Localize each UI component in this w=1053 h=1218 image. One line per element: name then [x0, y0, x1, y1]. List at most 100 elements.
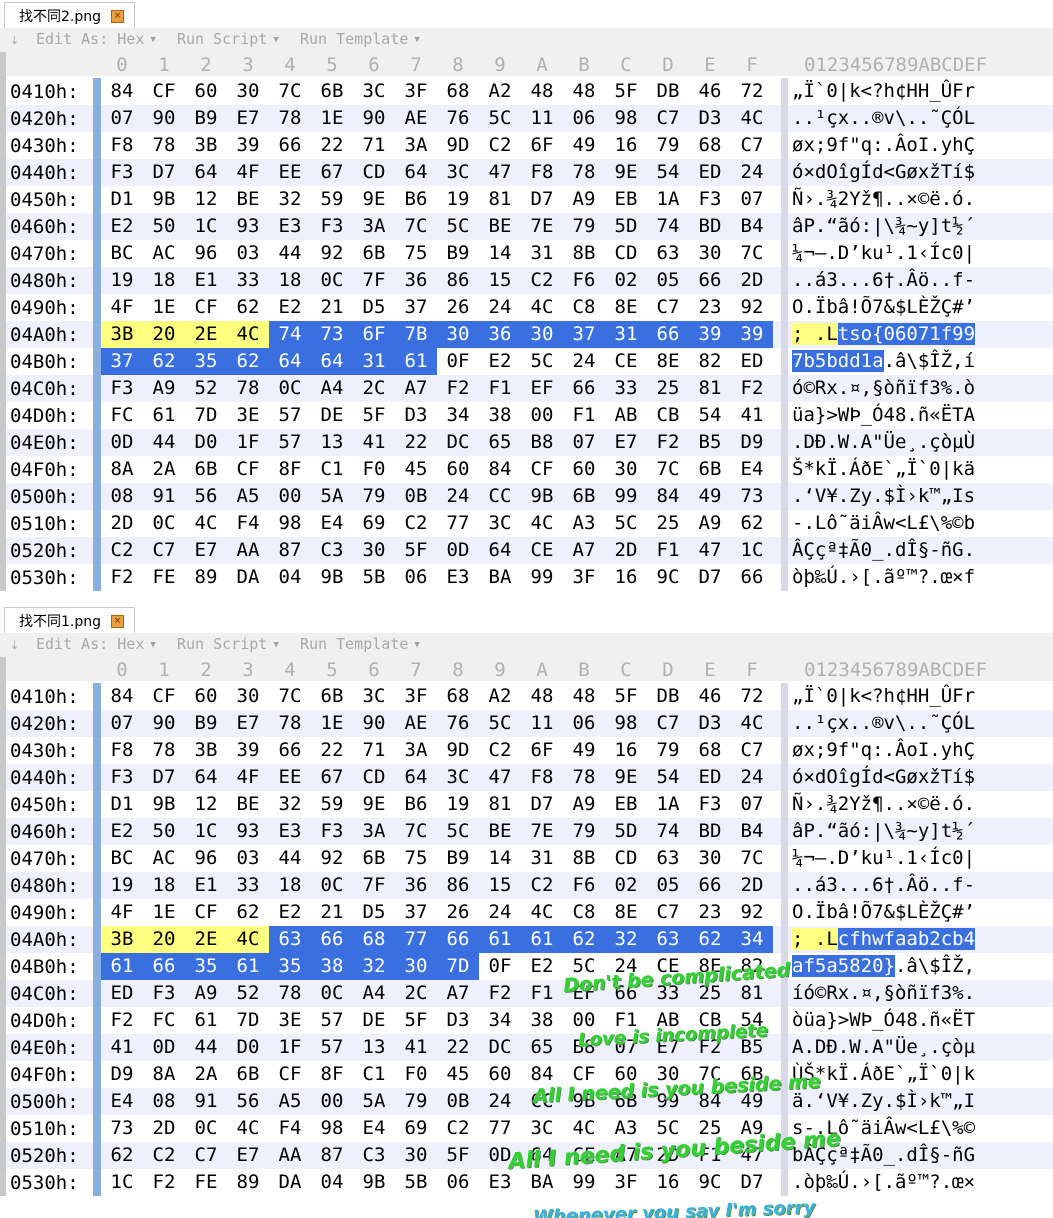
hex-byte[interactable]: 57: [311, 1007, 353, 1034]
hex-byte[interactable]: BC: [101, 845, 143, 872]
hex-byte[interactable]: DB: [647, 683, 689, 710]
hex-byte[interactable]: 60: [479, 1061, 521, 1088]
hex-byte[interactable]: 98: [269, 510, 311, 537]
hex-byte[interactable]: D5: [353, 899, 395, 926]
hex-byte[interactable]: 47: [689, 537, 731, 564]
hex-byte[interactable]: 0D: [143, 1034, 185, 1061]
hex-byte[interactable]: DA: [269, 1169, 311, 1196]
hex-byte[interactable]: 22: [437, 1034, 479, 1061]
hex-byte[interactable]: B6: [395, 791, 437, 818]
hex-byte[interactable]: 49: [731, 1088, 773, 1115]
hex-byte[interactable]: 66: [563, 375, 605, 402]
hex-byte[interactable]: C7: [647, 105, 689, 132]
hex-byte[interactable]: E4: [101, 1088, 143, 1115]
hex-byte[interactable]: E4: [731, 456, 773, 483]
hex-byte[interactable]: 30: [227, 683, 269, 710]
hex-byte[interactable]: 9B: [563, 1088, 605, 1115]
ascii-text[interactable]: A.DÐ.W.A"Üe¸.çòµ: [792, 1034, 975, 1061]
hex-byte[interactable]: 30: [353, 537, 395, 564]
hex-byte[interactable]: 7C: [689, 1061, 731, 1088]
hex-byte[interactable]: 66: [269, 132, 311, 159]
hex-byte[interactable]: DC: [479, 1034, 521, 1061]
hex-byte[interactable]: 84: [101, 683, 143, 710]
hex-byte[interactable]: A3: [605, 1115, 647, 1142]
hex-byte[interactable]: 36: [479, 321, 521, 348]
hex-byte[interactable]: 35: [269, 953, 311, 980]
hex-byte[interactable]: 61: [395, 348, 437, 375]
hex-byte[interactable]: A2: [479, 78, 521, 105]
hex-byte[interactable]: AC: [143, 845, 185, 872]
hex-byte[interactable]: 22: [311, 132, 353, 159]
hex-byte[interactable]: 7D: [227, 1007, 269, 1034]
hex-byte[interactable]: D3: [395, 402, 437, 429]
hex-byte[interactable]: C7: [143, 537, 185, 564]
hex-byte[interactable]: 8F: [311, 1061, 353, 1088]
hex-byte[interactable]: 30: [395, 953, 437, 980]
hex-byte[interactable]: EF: [563, 980, 605, 1007]
hex-byte[interactable]: 3E: [227, 402, 269, 429]
hex-byte[interactable]: F3: [101, 764, 143, 791]
hex-byte[interactable]: AE: [395, 710, 437, 737]
hex-byte[interactable]: 69: [353, 510, 395, 537]
hex-byte[interactable]: BC: [101, 240, 143, 267]
hex-byte[interactable]: F6: [563, 267, 605, 294]
hex-byte[interactable]: 84: [647, 483, 689, 510]
hex-byte[interactable]: B5: [731, 1034, 773, 1061]
hex-byte[interactable]: 41: [353, 429, 395, 456]
hex-byte[interactable]: C3: [353, 1142, 395, 1169]
hex-byte[interactable]: 8B: [563, 845, 605, 872]
hex-byte[interactable]: ED: [689, 764, 731, 791]
hex-byte[interactable]: 79: [395, 1088, 437, 1115]
hex-byte[interactable]: 39: [227, 132, 269, 159]
ascii-text[interactable]: Ñ›.¾2Yž¶..×©ë.ó.: [792, 186, 975, 213]
hex-byte[interactable]: 0D: [101, 429, 143, 456]
hex-byte[interactable]: 06: [563, 710, 605, 737]
ascii-text[interactable]: s-.Lô˜äiÂw<L£\%©: [792, 1115, 975, 1142]
hex-byte[interactable]: 75: [395, 845, 437, 872]
hex-byte[interactable]: 2D: [101, 510, 143, 537]
hex-byte[interactable]: 64: [185, 764, 227, 791]
hex-byte[interactable]: 07: [731, 186, 773, 213]
hex-byte[interactable]: B9: [437, 240, 479, 267]
hex-byte[interactable]: 90: [143, 105, 185, 132]
hex-byte[interactable]: 25: [689, 1115, 731, 1142]
hex-byte[interactable]: B6: [395, 186, 437, 213]
hex-byte[interactable]: 7C: [269, 683, 311, 710]
hex-byte[interactable]: E3: [269, 213, 311, 240]
toolbar-menu-icon[interactable]: ⇣: [10, 635, 19, 653]
hex-byte[interactable]: 3C: [353, 78, 395, 105]
hex-byte[interactable]: 5C: [437, 818, 479, 845]
hex-byte[interactable]: 3B: [101, 926, 143, 953]
hex-byte[interactable]: 77: [395, 926, 437, 953]
hex-byte[interactable]: 47: [479, 764, 521, 791]
hex-byte[interactable]: 79: [647, 132, 689, 159]
hex-byte[interactable]: E7: [647, 1034, 689, 1061]
hex-byte[interactable]: 9D: [437, 132, 479, 159]
hex-byte[interactable]: 67: [311, 764, 353, 791]
tab-file-1[interactable]: 找不同1.png ×: [4, 607, 136, 634]
hex-byte[interactable]: 31: [521, 240, 563, 267]
hex-byte[interactable]: 7E: [521, 818, 563, 845]
hex-byte[interactable]: C1: [311, 456, 353, 483]
hex-byte[interactable]: 33: [227, 872, 269, 899]
hex-byte[interactable]: 24: [731, 159, 773, 186]
hex-byte[interactable]: 48: [563, 683, 605, 710]
hex-byte[interactable]: 0F: [479, 953, 521, 980]
hex-byte[interactable]: 69: [395, 1115, 437, 1142]
hex-byte[interactable]: BE: [227, 186, 269, 213]
hex-byte[interactable]: 82: [689, 348, 731, 375]
hex-byte[interactable]: CC: [521, 1088, 563, 1115]
hex-byte[interactable]: D3: [689, 710, 731, 737]
hex-byte[interactable]: 7F: [353, 267, 395, 294]
hex-byte[interactable]: 33: [647, 980, 689, 1007]
hex-byte[interactable]: 8B: [563, 240, 605, 267]
hex-byte[interactable]: F3: [689, 186, 731, 213]
hex-byte[interactable]: 76: [437, 710, 479, 737]
hex-byte[interactable]: C2: [521, 872, 563, 899]
hex-byte[interactable]: 03: [227, 240, 269, 267]
hex-byte[interactable]: 78: [227, 375, 269, 402]
hex-byte[interactable]: D9: [731, 429, 773, 456]
hex-byte[interactable]: 5F: [353, 402, 395, 429]
hex-byte[interactable]: 23: [689, 294, 731, 321]
hex-byte[interactable]: 1E: [143, 899, 185, 926]
